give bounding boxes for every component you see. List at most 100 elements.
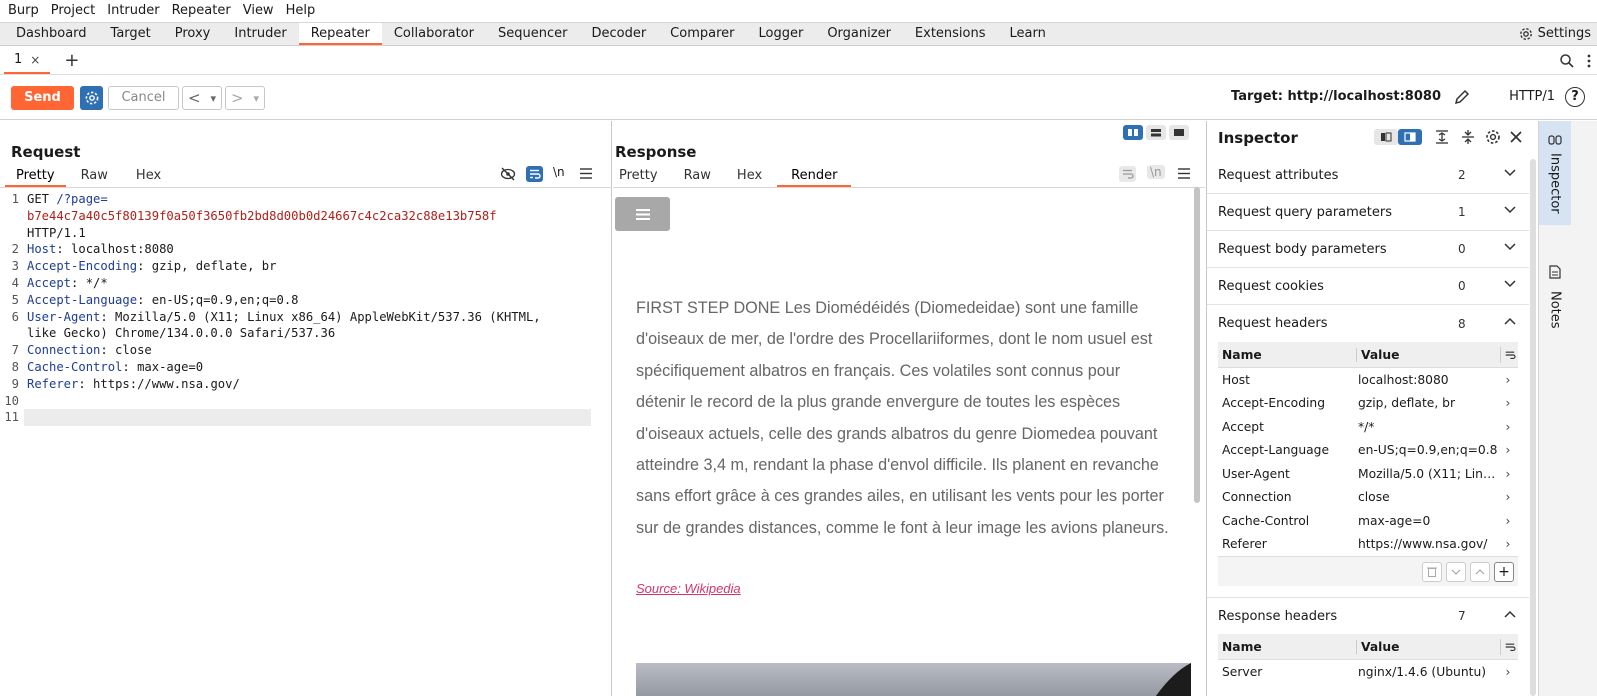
close-icon[interactable]: × bbox=[30, 53, 40, 67]
newline-toggle[interactable]: \n bbox=[553, 165, 565, 179]
add-tab-button[interactable]: + bbox=[64, 50, 79, 71]
tab-target[interactable]: Target bbox=[99, 23, 163, 45]
column-name[interactable]: Name bbox=[1218, 640, 1356, 654]
wrap-lines-icon[interactable] bbox=[1500, 638, 1518, 655]
menu-icon[interactable] bbox=[580, 168, 592, 179]
table-row[interactable]: Host localhost:8080 › bbox=[1218, 368, 1518, 392]
table-row[interactable]: Connection close › bbox=[1218, 486, 1518, 510]
inspector-scrollbar[interactable] bbox=[1530, 159, 1536, 696]
tab-sequencer[interactable]: Sequencer bbox=[486, 23, 579, 45]
request-editor[interactable]: 1 GET /?page= b7e44c7a40c5f80139f0a50f365… bbox=[0, 191, 604, 427]
chevron-right-icon[interactable]: › bbox=[1500, 396, 1516, 410]
wrap-lines-icon[interactable] bbox=[1500, 346, 1518, 363]
menu-intruder[interactable]: Intruder bbox=[101, 0, 165, 22]
menu-view[interactable]: View bbox=[237, 0, 280, 22]
wrap-lines-icon[interactable] bbox=[1119, 166, 1136, 182]
request-tab-hex[interactable]: Hex bbox=[125, 165, 172, 187]
tab-comparer[interactable]: Comparer bbox=[658, 23, 746, 45]
kebab-menu-icon[interactable] bbox=[1585, 53, 1593, 69]
table-row[interactable]: Server nginx/1.4.6 (Ubuntu) › bbox=[1218, 660, 1518, 684]
chevron-right-icon[interactable]: › bbox=[1500, 467, 1516, 481]
tab-repeater[interactable]: Repeater bbox=[298, 23, 382, 45]
section-request-query-parameters[interactable]: Request query parameters 1 bbox=[1207, 194, 1529, 231]
table-row[interactable]: Accept */* › bbox=[1218, 415, 1518, 439]
back-dropdown-icon[interactable]: ▾ bbox=[210, 92, 216, 105]
repeater-tab-1[interactable]: 1 × bbox=[4, 47, 51, 74]
tab-intruder[interactable]: Intruder bbox=[222, 23, 298, 45]
section-request-cookies[interactable]: Request cookies 0 bbox=[1207, 268, 1529, 305]
collapse-all-icon[interactable] bbox=[1458, 129, 1478, 145]
tab-proxy[interactable]: Proxy bbox=[163, 23, 223, 45]
move-down-icon[interactable] bbox=[1446, 561, 1466, 582]
tab-dashboard[interactable]: Dashboard bbox=[0, 23, 99, 45]
response-tab-hex[interactable]: Hex bbox=[726, 165, 773, 187]
forward-dropdown-icon[interactable]: ▾ bbox=[253, 92, 259, 105]
response-scrollbar[interactable] bbox=[1194, 187, 1200, 503]
request-tab-raw[interactable]: Raw bbox=[70, 165, 119, 187]
expand-all-icon[interactable] bbox=[1432, 129, 1452, 145]
send-options-button[interactable] bbox=[80, 86, 103, 110]
tab-extensions[interactable]: Extensions bbox=[903, 23, 998, 45]
layout-left-icon[interactable] bbox=[1374, 129, 1422, 145]
menu-burp[interactable]: Burp bbox=[2, 0, 45, 22]
section-request-attributes[interactable]: Request attributes 2 bbox=[1207, 157, 1529, 194]
menu-help[interactable]: Help bbox=[280, 0, 322, 22]
request-headers-table: Name Value Host localhost:8080 › Accept-En… bbox=[1218, 342, 1518, 586]
side-tab-inspector[interactable]: Inspector bbox=[1539, 121, 1571, 225]
send-button[interactable]: Send bbox=[11, 86, 74, 110]
tab-learn[interactable]: Learn bbox=[998, 23, 1058, 45]
section-request-headers[interactable]: Request headers 8 bbox=[1207, 305, 1529, 342]
split-horizontal-icon[interactable] bbox=[1146, 125, 1166, 140]
chevron-right-icon[interactable]: › bbox=[1500, 665, 1516, 679]
single-pane-icon[interactable] bbox=[1169, 125, 1189, 140]
tab-organizer[interactable]: Organizer bbox=[815, 23, 903, 45]
chevron-right-icon[interactable]: › bbox=[1500, 373, 1516, 387]
help-icon[interactable]: ? bbox=[1565, 87, 1585, 107]
forward-button[interactable]: > ▾ bbox=[225, 86, 265, 110]
tab-logger[interactable]: Logger bbox=[747, 23, 816, 45]
response-tab-raw[interactable]: Raw bbox=[673, 165, 722, 187]
newline-toggle[interactable]: \n bbox=[1147, 165, 1165, 179]
response-tab-render[interactable]: Render bbox=[777, 165, 852, 187]
search-icon[interactable] bbox=[1559, 53, 1575, 69]
gear-icon[interactable] bbox=[1484, 128, 1502, 146]
move-up-icon[interactable] bbox=[1470, 561, 1490, 582]
settings-button[interactable]: Settings bbox=[1518, 23, 1591, 45]
response-tab-pretty[interactable]: Pretty bbox=[608, 165, 669, 187]
render-view[interactable]: FIRST STEP DONE Les Diomédéidés (Diomede… bbox=[613, 187, 1191, 696]
cancel-button[interactable]: Cancel bbox=[108, 86, 179, 110]
pencil-icon[interactable] bbox=[1453, 88, 1471, 106]
table-row[interactable]: User-Agent Mozilla/5.0 (X11; Linu... › bbox=[1218, 462, 1518, 486]
menu-project[interactable]: Project bbox=[45, 0, 101, 22]
menu-icon[interactable] bbox=[1178, 168, 1190, 179]
table-row[interactable]: Cache-Control max-age=0 › bbox=[1218, 509, 1518, 533]
menu-repeater[interactable]: Repeater bbox=[166, 0, 237, 22]
wrap-lines-icon[interactable] bbox=[526, 166, 543, 182]
source-link[interactable]: Source: Wikipedia bbox=[636, 581, 741, 596]
http-version-label[interactable]: HTTP/1 bbox=[1509, 89, 1555, 104]
column-value[interactable]: Value bbox=[1356, 639, 1500, 654]
delete-icon[interactable] bbox=[1422, 561, 1442, 582]
chevron-right-icon[interactable]: › bbox=[1500, 490, 1516, 504]
chevron-right-icon[interactable]: › bbox=[1500, 420, 1516, 434]
back-button[interactable]: < ▾ bbox=[182, 86, 222, 110]
side-tab-notes[interactable]: Notes bbox=[1539, 265, 1571, 329]
split-vertical-icon[interactable] bbox=[1123, 125, 1143, 140]
column-name[interactable]: Name bbox=[1218, 348, 1356, 362]
column-value[interactable]: Value bbox=[1356, 347, 1500, 362]
section-response-headers[interactable]: Response headers 7 bbox=[1207, 597, 1529, 634]
table-row[interactable]: Accept-Encoding gzip, deflate, br › bbox=[1218, 392, 1518, 416]
chevron-right-icon[interactable]: › bbox=[1500, 514, 1516, 528]
chevron-right-icon[interactable]: › bbox=[1500, 537, 1516, 551]
chevron-right-icon[interactable]: › bbox=[1500, 443, 1516, 457]
tab-collaborator[interactable]: Collaborator bbox=[382, 23, 486, 45]
request-tab-pretty[interactable]: Pretty bbox=[5, 165, 66, 187]
close-icon[interactable] bbox=[1508, 129, 1524, 145]
rendered-hamburger-button[interactable] bbox=[615, 197, 670, 231]
table-row[interactable]: Accept-Language en-US;q=0.9,en;q=0.8 › bbox=[1218, 439, 1518, 463]
table-row[interactable]: Referer https://www.nsa.gov/ › bbox=[1218, 533, 1518, 557]
add-icon[interactable]: + bbox=[1494, 561, 1514, 582]
tab-decoder[interactable]: Decoder bbox=[579, 23, 658, 45]
hide-icon[interactable] bbox=[500, 167, 516, 181]
section-request-body-parameters[interactable]: Request body parameters 0 bbox=[1207, 231, 1529, 268]
